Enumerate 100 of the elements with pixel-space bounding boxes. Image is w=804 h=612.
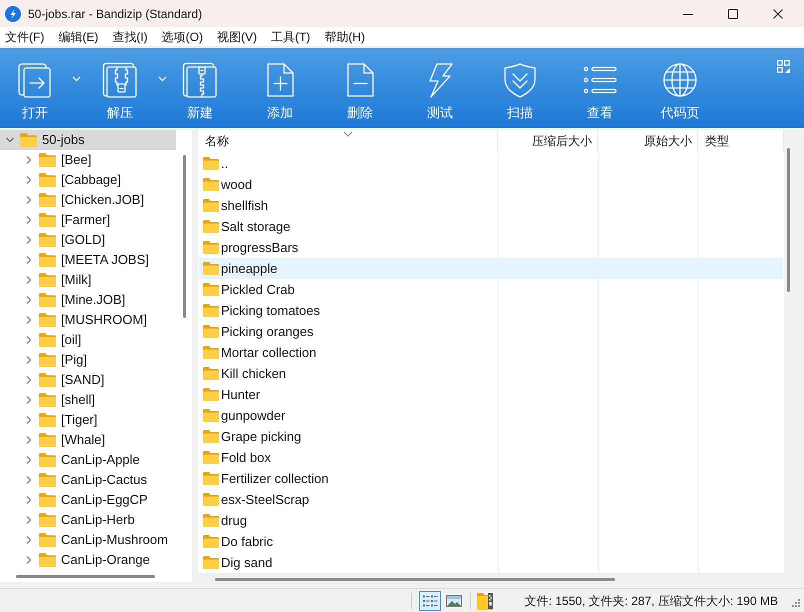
new-button[interactable]: 新建	[165, 48, 235, 128]
file-row[interactable]: Pickled Crab	[199, 279, 783, 300]
tree-item[interactable]: [Tiger]	[0, 410, 176, 430]
menu-item[interactable]: 帮助(H)	[320, 28, 369, 46]
chevron-right-icon[interactable]	[24, 195, 34, 205]
scan-button[interactable]: 扫描	[485, 48, 555, 128]
extract-button[interactable]: 解压	[85, 48, 155, 128]
menu-item[interactable]: 查找(I)	[108, 28, 152, 46]
chevron-right-icon[interactable]	[24, 235, 34, 245]
codepage-button[interactable]: 代码页	[645, 48, 715, 128]
tree-item[interactable]: [oil]	[0, 330, 176, 350]
chevron-down-icon[interactable]	[5, 135, 15, 145]
scrollbar-thumb[interactable]	[183, 155, 186, 318]
file-row[interactable]: esx-SteelScrap	[199, 489, 783, 510]
chevron-right-icon[interactable]	[24, 435, 34, 445]
chevron-right-icon[interactable]	[24, 295, 34, 305]
file-row[interactable]: pineapple	[199, 258, 783, 279]
chevron-right-icon[interactable]	[24, 395, 34, 405]
test-button[interactable]: 测试	[405, 48, 475, 128]
add-button[interactable]: 添加	[245, 48, 315, 128]
scrollbar-thumb[interactable]	[787, 148, 790, 292]
menu-item[interactable]: 工具(T)	[266, 28, 314, 46]
chevron-right-icon[interactable]	[24, 275, 34, 285]
resize-grip-icon[interactable]	[790, 598, 800, 608]
folder-icon	[39, 273, 56, 287]
file-row[interactable]: Salt storage	[199, 216, 783, 237]
file-row[interactable]: Grape picking	[199, 426, 783, 447]
tree-item[interactable]: [Bee]	[0, 150, 176, 170]
menu-item[interactable]: 选项(O)	[158, 28, 207, 46]
tree-item[interactable]: [GOLD]	[0, 230, 176, 250]
file-row[interactable]: Kill chicken	[199, 363, 783, 384]
file-row[interactable]: Picking oranges	[199, 321, 783, 342]
tree-item[interactable]: [Chicken.JOB]	[0, 190, 176, 210]
menu-item[interactable]: 文件(F)	[1, 28, 48, 46]
file-row[interactable]: Hunter	[199, 384, 783, 405]
file-row[interactable]: drug	[199, 510, 783, 531]
zip-folder-icon	[476, 592, 494, 610]
caret-icon[interactable]	[72, 76, 81, 82]
tree-item[interactable]: CanLip-Herb	[0, 510, 176, 530]
file-row[interactable]: Mortar collection	[199, 342, 783, 363]
tree-item[interactable]: [Pig]	[0, 350, 176, 370]
tree-item[interactable]: [MUSHROOM]	[0, 310, 176, 330]
tree-item[interactable]: [SAND]	[0, 370, 176, 390]
folder-icon	[203, 430, 219, 443]
tree-item[interactable]: [Farmer]	[0, 210, 176, 230]
menu-item[interactable]: 编辑(E)	[54, 28, 102, 46]
chevron-right-icon[interactable]	[24, 335, 34, 345]
menu-item[interactable]: 视图(V)	[212, 28, 261, 46]
tree-item[interactable]: CanLip-Cactus	[0, 470, 176, 490]
tree-item[interactable]: 50-jobs	[0, 130, 176, 150]
folder-icon	[39, 213, 56, 227]
scrollbar-thumb[interactable]	[16, 574, 155, 578]
chevron-right-icon[interactable]	[24, 515, 34, 525]
file-row[interactable]: gunpowder	[199, 405, 783, 426]
column-header[interactable]: 压缩后大小	[498, 130, 598, 151]
tree-item[interactable]: [Whale]	[0, 430, 176, 450]
scrollbar-thumb[interactable]	[215, 578, 615, 580]
tree-item[interactable]: [Cabbage]	[0, 170, 176, 190]
folder-icon	[203, 262, 219, 275]
chevron-right-icon[interactable]	[24, 375, 34, 385]
tree-item[interactable]: [shell]	[0, 390, 176, 410]
chevron-right-icon[interactable]	[24, 155, 34, 165]
chevron-right-icon[interactable]	[24, 215, 34, 225]
file-row[interactable]: Fold box	[199, 447, 783, 468]
folder-icon	[39, 493, 56, 507]
delete-button[interactable]: 删除	[325, 48, 395, 128]
file-row[interactable]: wood	[199, 174, 783, 195]
tree-item[interactable]: CanLip-EggCP	[0, 490, 176, 510]
folder-icon	[39, 453, 56, 467]
close-icon[interactable]	[772, 8, 782, 18]
tree-item[interactable]: [MEETA JOBS]	[0, 250, 176, 270]
caret-icon[interactable]	[158, 76, 167, 82]
view-mode-button[interactable]	[418, 590, 441, 610]
tree-item[interactable]: CanLip-Mushroom	[0, 530, 176, 550]
file-row[interactable]: Do fabric	[199, 531, 783, 552]
maximize-icon[interactable]	[728, 8, 738, 18]
chevron-right-icon[interactable]	[24, 455, 34, 465]
chevron-right-icon[interactable]	[24, 315, 34, 325]
file-row[interactable]: Dig sand	[199, 552, 783, 573]
chevron-right-icon[interactable]	[24, 555, 34, 565]
file-row[interactable]: Picking tomatoes	[199, 300, 783, 321]
layout-grid-icon[interactable]	[777, 60, 790, 73]
tree-item[interactable]: [Milk]	[0, 270, 176, 290]
tree-item[interactable]: CanLip-Apple	[0, 450, 176, 470]
chevron-right-icon[interactable]	[24, 495, 34, 505]
open-button[interactable]: 打开	[0, 48, 70, 128]
chevron-right-icon[interactable]	[24, 255, 34, 265]
column-header[interactable]: 名称	[198, 130, 498, 151]
chevron-right-icon[interactable]	[24, 415, 34, 425]
chevron-right-icon[interactable]	[24, 355, 34, 365]
tree-item[interactable]: [Mine.JOB]	[0, 290, 176, 310]
view-button[interactable]: 查看	[565, 48, 635, 128]
file-row[interactable]: shellfish	[199, 195, 783, 216]
tree-item[interactable]: CanLip-Orange	[0, 550, 176, 570]
chevron-right-icon[interactable]	[24, 535, 34, 545]
chevron-right-icon[interactable]	[24, 175, 34, 185]
column-header[interactable]: 原始大小	[598, 130, 698, 151]
file-row[interactable]: ..	[199, 153, 783, 174]
chevron-right-icon[interactable]	[24, 475, 34, 485]
file-row[interactable]: Fertilizer collection	[199, 468, 783, 489]
